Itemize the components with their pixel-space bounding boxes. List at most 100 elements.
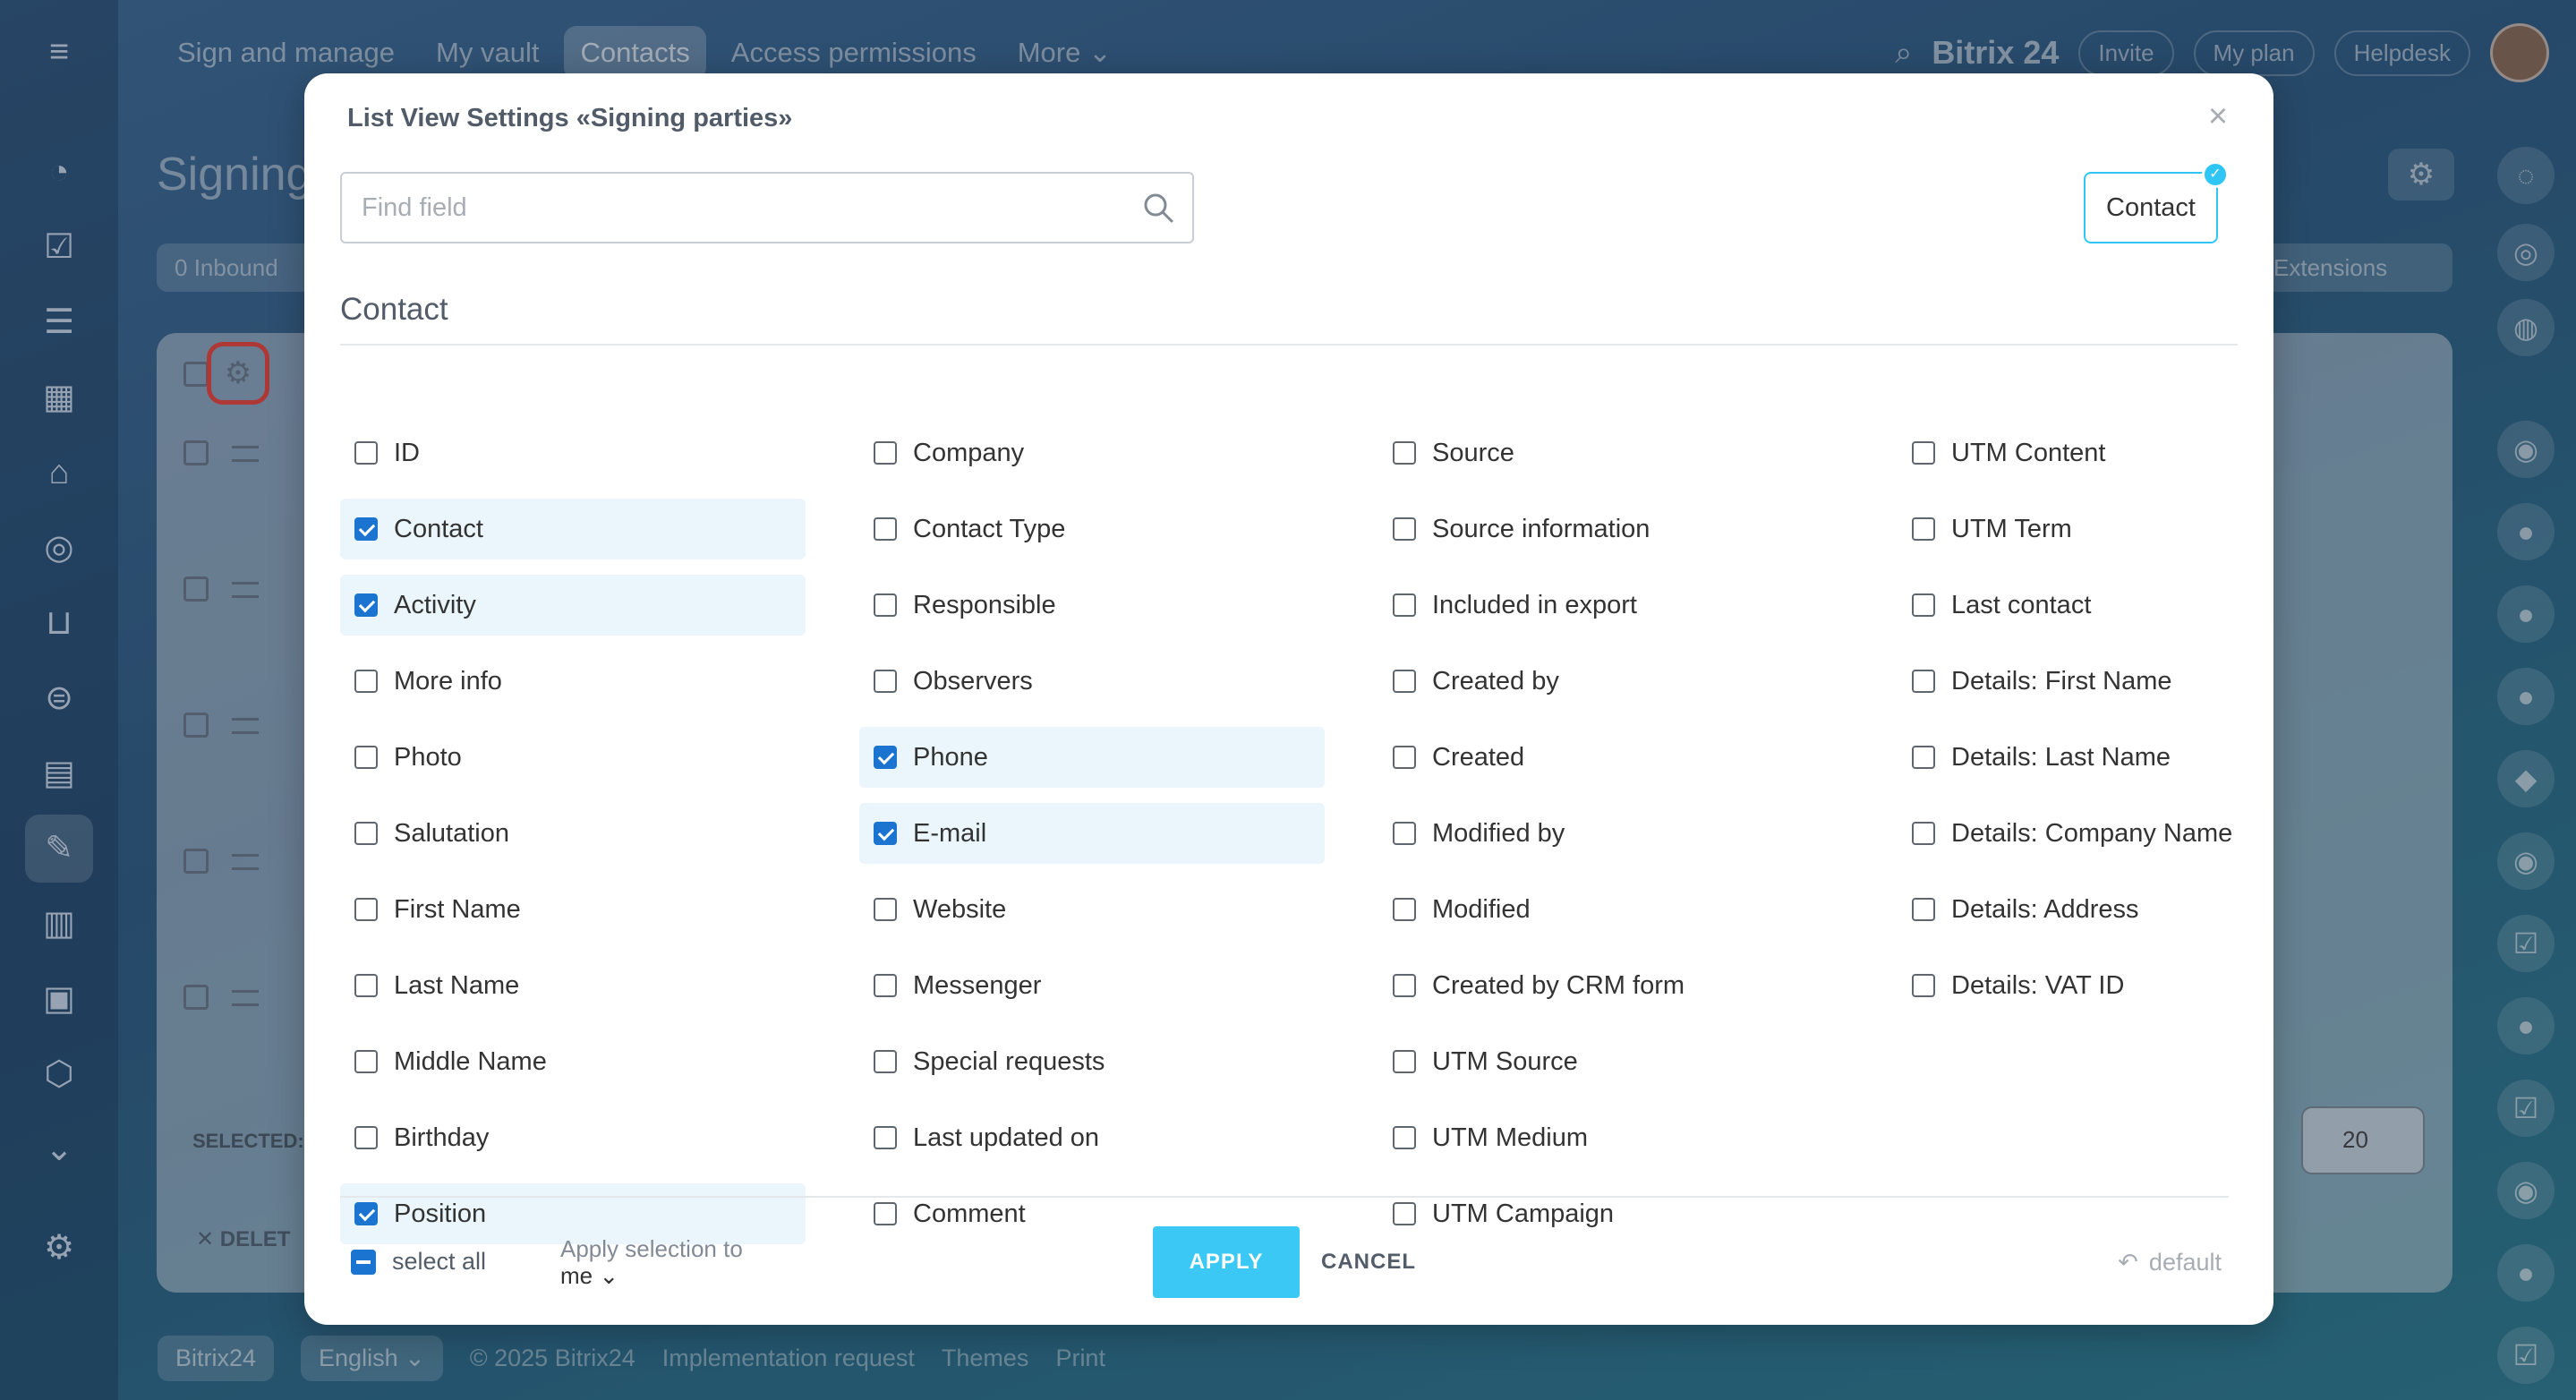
field-option[interactable]: Last contact: [1898, 575, 2363, 636]
field-option[interactable]: UTM Source: [1378, 1031, 1844, 1092]
field-option[interactable]: Source information: [1378, 499, 1844, 559]
field-option[interactable]: UTM Medium: [1378, 1107, 1844, 1168]
field-option[interactable]: E-mail: [859, 803, 1325, 864]
checkbox-unchecked[interactable]: [874, 670, 897, 693]
checkbox-unchecked[interactable]: [354, 746, 378, 769]
field-option[interactable]: Activity: [340, 575, 806, 636]
field-option[interactable]: Created by CRM form: [1378, 955, 1844, 1016]
checkbox-unchecked[interactable]: [1912, 898, 1935, 921]
checkbox-checked[interactable]: [354, 593, 378, 617]
field-option[interactable]: Salutation: [340, 803, 806, 864]
checkbox-unchecked[interactable]: [874, 1050, 897, 1073]
field-option[interactable]: Observers: [859, 651, 1325, 712]
indeterminate-checkbox[interactable]: [351, 1249, 376, 1275]
checkbox-unchecked[interactable]: [1912, 746, 1935, 769]
field-option[interactable]: Included in export: [1378, 575, 1844, 636]
checkbox-unchecked[interactable]: [1912, 517, 1935, 541]
field-label: Contact Type: [913, 514, 1066, 543]
entity-tag-contact[interactable]: Contact ✓: [2084, 161, 2229, 243]
checkbox-unchecked[interactable]: [354, 898, 378, 921]
checkbox-checked[interactable]: [874, 746, 897, 769]
checkbox-unchecked[interactable]: [874, 898, 897, 921]
checkbox-unchecked[interactable]: [1393, 746, 1416, 769]
checkbox-unchecked[interactable]: [1393, 441, 1416, 465]
field-label: Modified: [1432, 894, 1531, 924]
field-option[interactable]: Details: Company Name: [1898, 803, 2363, 864]
checkbox-unchecked[interactable]: [1393, 974, 1416, 997]
close-icon[interactable]: ×: [2202, 99, 2234, 133]
field-option[interactable]: Contact: [340, 499, 806, 559]
field-label: Special requests: [913, 1046, 1105, 1076]
field-option[interactable]: Created by: [1378, 651, 1844, 712]
checkbox-unchecked[interactable]: [1912, 670, 1935, 693]
field-option[interactable]: First Name: [340, 879, 806, 940]
apply-selection-to[interactable]: Apply selection to me ⌄: [560, 1235, 743, 1289]
field-label: Website: [913, 894, 1007, 924]
field-option[interactable]: Modified by: [1378, 803, 1844, 864]
checkbox-unchecked[interactable]: [1912, 441, 1935, 465]
checkbox-unchecked[interactable]: [1393, 670, 1416, 693]
field-option[interactable]: Details: First Name: [1898, 651, 2363, 712]
checkbox-unchecked[interactable]: [1912, 822, 1935, 845]
field-option[interactable]: Created: [1378, 727, 1844, 788]
checkbox-unchecked[interactable]: [354, 441, 378, 465]
search-input[interactable]: [342, 174, 1112, 242]
cancel-button[interactable]: CANCEL: [1321, 1226, 1416, 1298]
checkbox-unchecked[interactable]: [1393, 517, 1416, 541]
checkbox-unchecked[interactable]: [1393, 1050, 1416, 1073]
field-option[interactable]: UTM Term: [1898, 499, 2363, 559]
field-option[interactable]: UTM Content: [1898, 423, 2363, 483]
checkbox-unchecked[interactable]: [354, 1126, 378, 1149]
field-label: Details: First Name: [1951, 666, 2172, 696]
field-option[interactable]: Details: VAT ID: [1898, 955, 2363, 1016]
field-label: Last contact: [1951, 590, 2092, 619]
default-label: default: [2148, 1249, 2222, 1276]
apply-button[interactable]: APPLY: [1153, 1226, 1300, 1298]
field-option[interactable]: ID: [340, 423, 806, 483]
select-all-checkbox[interactable]: select all: [351, 1248, 486, 1276]
field-option[interactable]: Details: Address: [1898, 879, 2363, 940]
field-option[interactable]: Birthday: [340, 1107, 806, 1168]
checkbox-unchecked[interactable]: [1393, 1126, 1416, 1149]
field-option[interactable]: Last Name: [340, 955, 806, 1016]
field-option[interactable]: Special requests: [859, 1031, 1325, 1092]
checkbox-unchecked[interactable]: [1393, 898, 1416, 921]
checkbox-unchecked[interactable]: [1912, 593, 1935, 617]
field-label: Photo: [394, 742, 462, 772]
checkbox-unchecked[interactable]: [874, 441, 897, 465]
checkbox-checked[interactable]: [354, 1202, 378, 1225]
field-option[interactable]: Details: Last Name: [1898, 727, 2363, 788]
field-option[interactable]: Responsible: [859, 575, 1325, 636]
checkbox-unchecked[interactable]: [874, 517, 897, 541]
field-option[interactable]: Company: [859, 423, 1325, 483]
field-option[interactable]: More info: [340, 651, 806, 712]
checkbox-unchecked[interactable]: [354, 1050, 378, 1073]
field-option[interactable]: Messenger: [859, 955, 1325, 1016]
checkbox-unchecked[interactable]: [1393, 822, 1416, 845]
checkbox-unchecked[interactable]: [1393, 593, 1416, 617]
checkbox-unchecked[interactable]: [354, 822, 378, 845]
checkbox-unchecked[interactable]: [1393, 1202, 1416, 1225]
field-option[interactable]: Modified: [1378, 879, 1844, 940]
reset-default-button[interactable]: ↶ default: [2118, 1237, 2222, 1287]
field-label: Position: [394, 1199, 487, 1228]
checkbox-unchecked[interactable]: [874, 1202, 897, 1225]
checkbox-checked[interactable]: [354, 517, 378, 541]
field-option[interactable]: UTM Campaign: [1378, 1183, 1844, 1244]
checkbox-unchecked[interactable]: [1912, 974, 1935, 997]
checkbox-unchecked[interactable]: [874, 974, 897, 997]
checkbox-checked[interactable]: [874, 822, 897, 845]
field-option[interactable]: Photo: [340, 727, 806, 788]
checkbox-unchecked[interactable]: [354, 974, 378, 997]
field-option[interactable]: Middle Name: [340, 1031, 806, 1092]
checkbox-unchecked[interactable]: [874, 1126, 897, 1149]
field-option[interactable]: Last updated on: [859, 1107, 1325, 1168]
field-option[interactable]: Phone: [859, 727, 1325, 788]
checkbox-unchecked[interactable]: [874, 593, 897, 617]
checkbox-unchecked[interactable]: [354, 670, 378, 693]
field-option[interactable]: Contact Type: [859, 499, 1325, 559]
search-icon[interactable]: [1140, 190, 1176, 226]
field-option[interactable]: Website: [859, 879, 1325, 940]
field-option[interactable]: Source: [1378, 423, 1844, 483]
field-label: Activity: [394, 590, 476, 619]
